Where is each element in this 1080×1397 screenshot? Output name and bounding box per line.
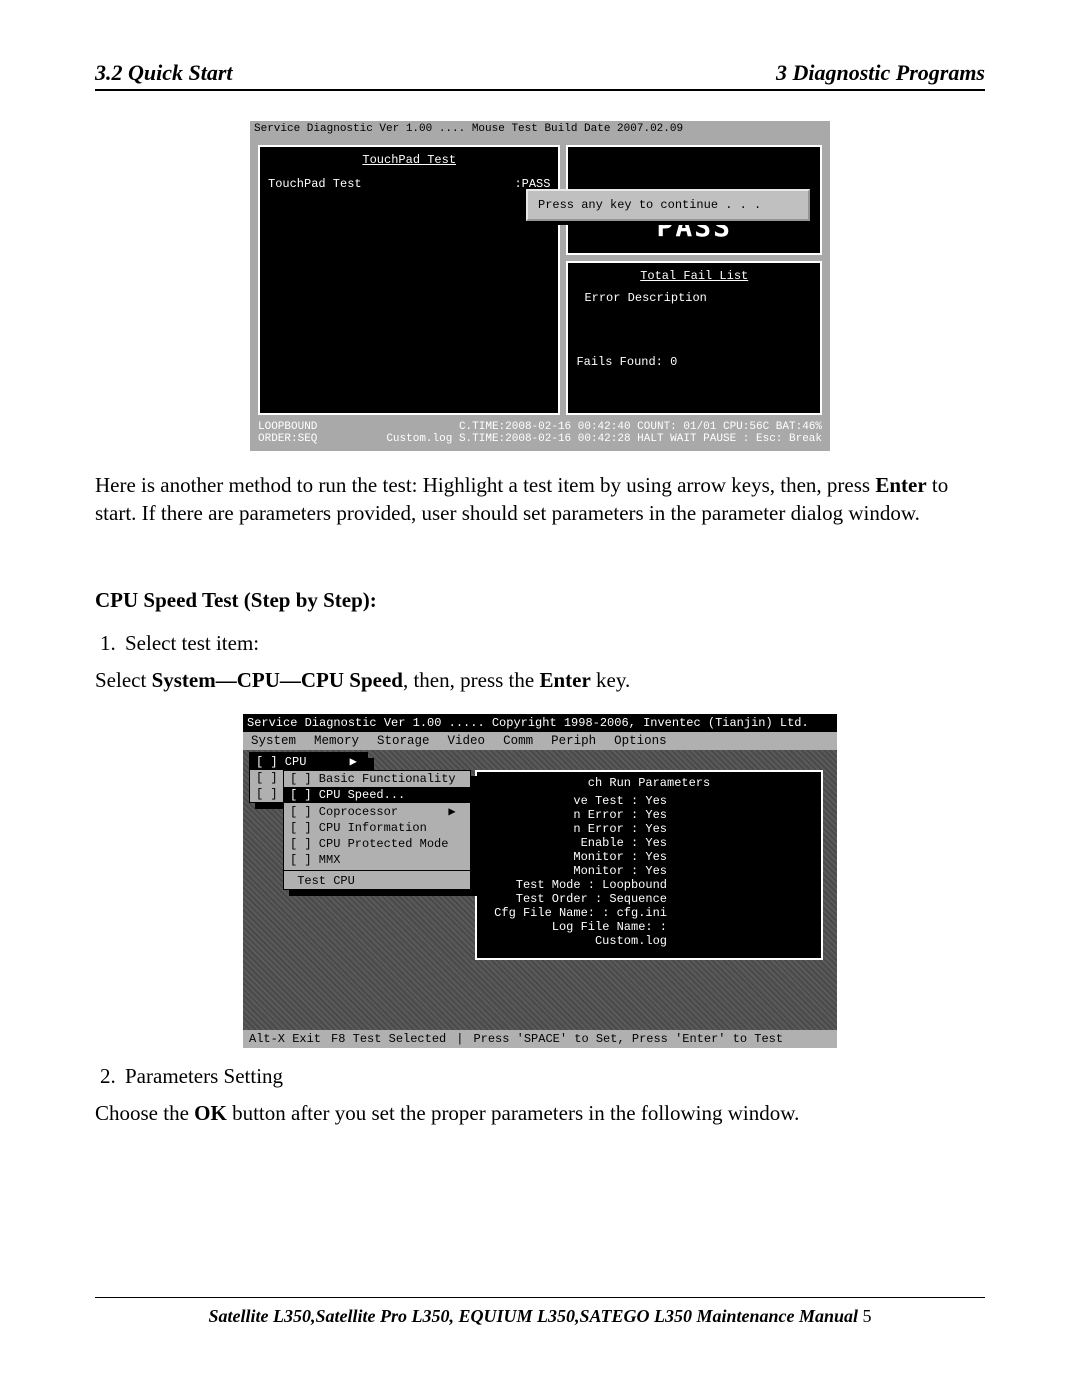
run-parameters-panel: ch Run Parameters ve Test : Yes n Error … xyxy=(475,770,823,960)
menu-system[interactable]: System xyxy=(251,734,296,748)
footer-page-number: 5 xyxy=(858,1306,872,1326)
menu-memory[interactable]: Memory xyxy=(314,734,359,748)
menu-comm[interactable]: Comm xyxy=(503,734,533,748)
status-order: ORDER:SEQ xyxy=(258,433,317,445)
section-cpu-speed: CPU Speed Test (Step by Step): xyxy=(95,588,985,613)
sub-cpu-speed[interactable]: [ ] CPU Speed... xyxy=(284,787,470,803)
run-header: ch Run Parameters xyxy=(588,776,710,790)
sub-coproc[interactable]: [ ] Coprocessor ▶ xyxy=(284,803,470,820)
main-menu-bar[interactable]: System Memory Storage Video Comm Periph … xyxy=(243,732,837,750)
touchpad-test-panel: TouchPad Test TouchPad Test :PASS xyxy=(258,145,560,415)
fail-columns: Error Description xyxy=(576,291,812,305)
press-key-text: Press any key to continue . . . xyxy=(538,198,761,212)
shot2-statusbar: Alt-X Exit F8 Test Selected | Press 'SPA… xyxy=(243,1030,837,1048)
sub-protected[interactable]: [ ] CPU Protected Mode xyxy=(284,836,470,852)
page-footer: Satellite L350,Satellite Pro L350, EQUIU… xyxy=(95,1297,985,1327)
menu-video[interactable]: Video xyxy=(448,734,486,748)
shot2-titlebar: Service Diagnostic Ver 1.00 ..... Copyri… xyxy=(243,714,837,732)
shot1-titlebar: Service Diagnostic Ver 1.00 .... Mouse T… xyxy=(250,121,830,137)
sub-mmx[interactable]: [ ] MMX xyxy=(284,852,470,868)
paragraph-method: Here is another method to run the test: … xyxy=(95,471,985,528)
fail-list-panel: Total Fail List Error Description Fails … xyxy=(566,261,822,415)
menu-options[interactable]: Options xyxy=(614,734,667,748)
paragraph-ok: Choose the OK button after you set the p… xyxy=(95,1099,985,1127)
menu-storage[interactable]: Storage xyxy=(377,734,430,748)
screenshot-touchpad-test: Service Diagnostic Ver 1.00 .... Mouse T… xyxy=(250,121,830,451)
step-1: Select test item: xyxy=(121,631,985,656)
menu-periph[interactable]: Periph xyxy=(551,734,596,748)
fail-title: Total Fail List xyxy=(576,269,812,283)
status-loopbound: LOOPBOUND xyxy=(258,421,317,433)
status-ctime: C.TIME:2008-02-16 00:42:40 COUNT: 01/01 … xyxy=(459,421,822,433)
cpu-submenu[interactable]: [ ] Basic Functionality [ ] CPU Speed...… xyxy=(283,770,471,890)
sub-basic[interactable]: [ ] Basic Functionality xyxy=(284,771,470,787)
page-header: 3.2 Quick Start 3 Diagnostic Programs xyxy=(95,60,985,91)
step-2: Parameters Setting xyxy=(121,1064,985,1089)
touchpad-panel-title: TouchPad Test xyxy=(268,153,550,167)
press-key-dialog[interactable]: Press any key to continue . . . xyxy=(526,189,810,221)
fails-found: Fails Found: 0 xyxy=(576,355,812,369)
footer-book-title: Satellite L350,Satellite Pro L350, EQUIU… xyxy=(208,1306,858,1326)
header-left: 3.2 Quick Start xyxy=(95,60,233,86)
sys-cpu[interactable]: [ ] CPU ▶ xyxy=(250,753,367,770)
header-right: 3 Diagnostic Programs xyxy=(776,60,985,86)
status-stime: Custom.log S.TIME:2008-02-16 00:42:28 HA… xyxy=(386,433,822,445)
sub-footer: Test CPU xyxy=(284,873,470,889)
sub-cpuinfo[interactable]: [ ] CPU Information xyxy=(284,820,470,836)
screenshot-cpu-menu: Service Diagnostic Ver 1.00 ..... Copyri… xyxy=(243,714,837,1048)
step1-instruction: Select System—CPU—CPU Speed, then, press… xyxy=(95,666,985,694)
touchpad-item: TouchPad Test xyxy=(268,177,362,191)
